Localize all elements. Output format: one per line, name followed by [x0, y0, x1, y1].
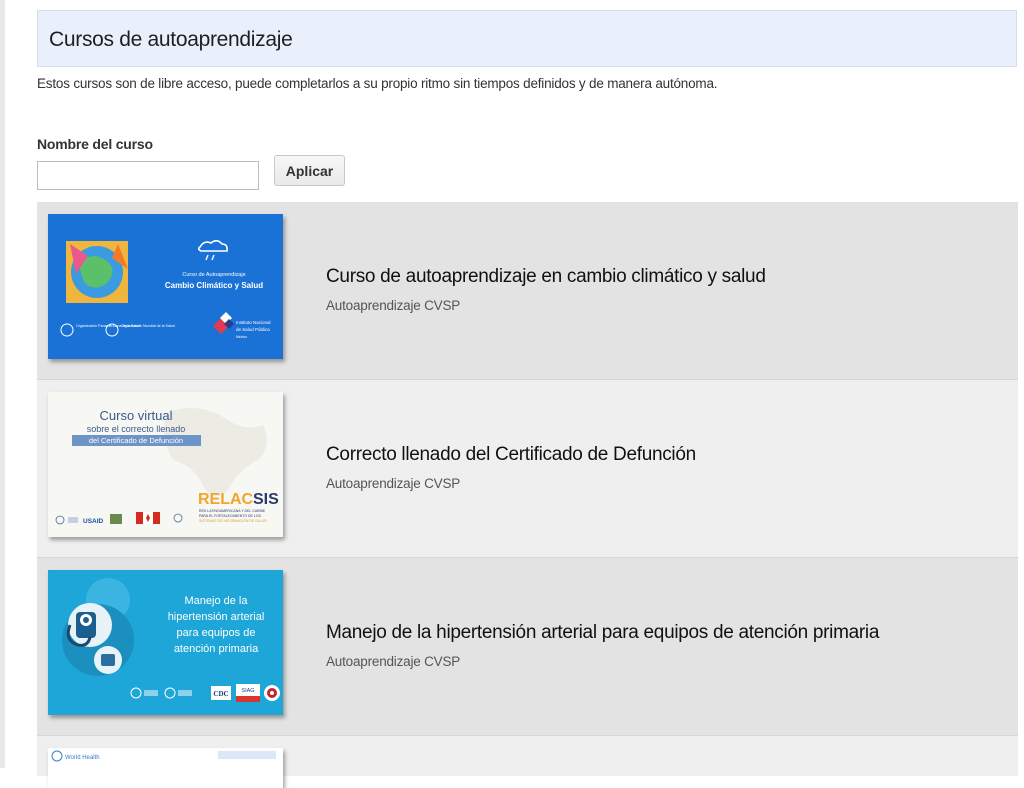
thumb-siag: SIAG: [241, 688, 254, 694]
course-category: Autoaprendizaje CVSP: [326, 476, 461, 491]
intro-text: Estos cursos son de libre acceso, puede …: [37, 76, 718, 91]
course-name-input[interactable]: [37, 161, 259, 190]
page-title: Cursos de autoaprendizaje: [49, 28, 293, 51]
thumb-inst2: de Salud Pública: [236, 327, 270, 332]
thumb-line2: hipertensión arterial: [168, 611, 265, 623]
course-list: Curso de Autoaprendizaje Cambio Climátic…: [37, 202, 1018, 788]
thumb-line1: Curso de Autoaprendizaje: [182, 272, 245, 278]
course-title-link[interactable]: Manejo de la hipertensión arterial para …: [326, 622, 879, 644]
course-title-link[interactable]: Curso de autoaprendizaje en cambio climá…: [326, 266, 766, 288]
thumb-line1: Curso virtual: [100, 408, 173, 423]
thumb-line3: para equipos de: [177, 627, 256, 639]
course-item: Manejo de la hipertensión arterial para …: [37, 558, 1018, 736]
thumb-inst3: México: [236, 335, 247, 339]
course-thumbnail[interactable]: Manejo de la hipertensión arterial para …: [48, 570, 283, 715]
thumb-line2: Cambio Climático y Salud: [165, 281, 263, 290]
thumb-line4: atención primaria: [174, 643, 259, 655]
course-item: World Health: [37, 736, 1018, 788]
course-name-label: Nombre del curso: [37, 136, 153, 152]
who-course-image: World Health: [48, 748, 283, 788]
left-edge-bar: [0, 0, 5, 768]
course-item: Curso virtual sobre el correcto llenado …: [37, 380, 1018, 558]
thumb-org: World Health: [65, 755, 100, 761]
thumb-line1: Manejo de la: [185, 595, 249, 607]
course-item: Curso de Autoaprendizaje Cambio Climátic…: [37, 202, 1018, 380]
thumb-brand-a: RELAC: [198, 491, 254, 508]
course-thumbnail[interactable]: Curso de Autoaprendizaje Cambio Climátic…: [48, 214, 283, 359]
thumb-usaid: USAID: [83, 518, 104, 525]
apply-button[interactable]: Aplicar: [274, 155, 345, 186]
course-thumbnail[interactable]: World Health: [48, 748, 283, 788]
thumb-line3: del Certificado de Defunción: [89, 436, 183, 445]
course-thumbnail[interactable]: Curso virtual sobre el correcto llenado …: [48, 392, 283, 537]
hypertension-course-image: Manejo de la hipertensión arterial para …: [48, 570, 283, 715]
thumb-line2: sobre el correcto llenado: [87, 424, 186, 434]
climate-course-image: Curso de Autoaprendizaje Cambio Climátic…: [48, 214, 283, 359]
thumb-brand-sub3: SISTEMAS DE INFORMACIÓN DE SALUD: [199, 518, 267, 523]
thumb-cdc: CDC: [213, 690, 228, 698]
course-title-link[interactable]: Correcto llenado del Certificado de Defu…: [326, 444, 696, 466]
thumb-inst1: Instituto Nacional: [236, 320, 271, 325]
thumb-brand-sub2: PARA EL FORTALECIMIENTO DE LOS: [199, 514, 262, 518]
death-certificate-course-image: Curso virtual sobre el correcto llenado …: [48, 392, 283, 537]
course-category: Autoaprendizaje CVSP: [326, 654, 461, 669]
thumb-brand-sub1: RED LATINOAMERICANA Y DEL CARIBE: [199, 509, 266, 513]
thumb-brand-b: SIS: [253, 491, 279, 508]
page-header: Cursos de autoaprendizaje: [37, 10, 1017, 67]
thumb-org2: Organización Mundial de la Salud: [121, 324, 175, 328]
course-category: Autoaprendizaje CVSP: [326, 298, 461, 313]
